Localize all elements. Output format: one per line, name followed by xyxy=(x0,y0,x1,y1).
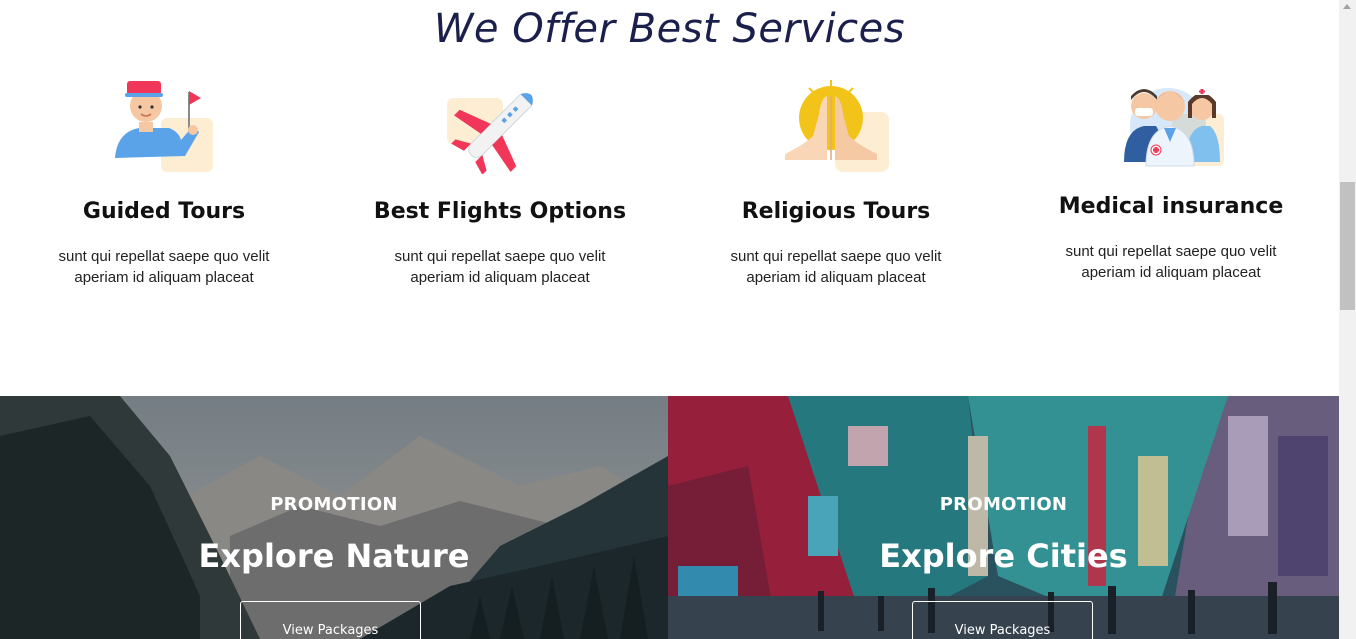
promotions-row: PROMOTION Explore Nature View Packages P… xyxy=(0,396,1339,639)
page: We Offer Best Services Guided Tours sunt… xyxy=(0,0,1339,639)
service-title: Guided Tours xyxy=(82,199,246,224)
service-title: Best Flights Options xyxy=(373,199,627,224)
service-description-line-2: aperiam id aliquam placeat xyxy=(1081,264,1261,281)
airplane-icon xyxy=(445,78,555,175)
service-description-line-2: aperiam id aliquam placeat xyxy=(74,269,254,286)
service-description-line-1: sunt qui repellat saepe quo velit xyxy=(394,248,606,265)
praying-hands-icon xyxy=(781,78,891,174)
service-description-line-1: sunt qui repellat saepe quo velit xyxy=(58,248,270,265)
section-title: We Offer Best Services xyxy=(433,6,906,52)
view-packages-button[interactable]: View Packages xyxy=(912,601,1093,639)
service-description-line-1: sunt qui repellat saepe quo velit xyxy=(730,248,942,265)
service-title: Medical insurance xyxy=(1058,194,1284,219)
view-packages-button[interactable]: View Packages xyxy=(240,601,421,639)
service-card-medical-insurance: Medical insurance sunt qui repellat saep… xyxy=(1006,78,1336,283)
promo-card-nature[interactable]: PROMOTION Explore Nature View Packages xyxy=(0,396,668,639)
service-card-best-flights: Best Flights Options sunt qui repellat s… xyxy=(335,78,665,288)
service-description-line-2: aperiam id aliquam placeat xyxy=(746,269,926,286)
service-description-line-2: aperiam id aliquam placeat xyxy=(410,269,590,286)
promo-headline: Explore Cities xyxy=(879,537,1128,575)
scrollbar-thumb[interactable] xyxy=(1340,182,1355,310)
service-card-guided-tours: Guided Tours sunt qui repellat saepe quo… xyxy=(0,78,329,288)
promo-card-cities[interactable]: PROMOTION Explore Cities View Packages xyxy=(668,396,1339,639)
promo-eyebrow: PROMOTION xyxy=(270,494,398,515)
tour-guide-icon xyxy=(109,78,219,174)
service-title: Religious Tours xyxy=(741,199,931,224)
service-card-religious-tours: Religious Tours sunt qui repellat saepe … xyxy=(671,78,1001,288)
scroll-up-arrow-icon[interactable] xyxy=(1343,4,1351,9)
service-description-line-1: sunt qui repellat saepe quo velit xyxy=(1065,243,1277,260)
promo-headline: Explore Nature xyxy=(198,537,470,575)
vertical-scrollbar[interactable] xyxy=(1339,0,1356,639)
medical-team-icon xyxy=(1116,78,1226,174)
promo-eyebrow: PROMOTION xyxy=(939,494,1068,515)
services-grid: Guided Tours sunt qui repellat saepe quo… xyxy=(0,78,1339,378)
